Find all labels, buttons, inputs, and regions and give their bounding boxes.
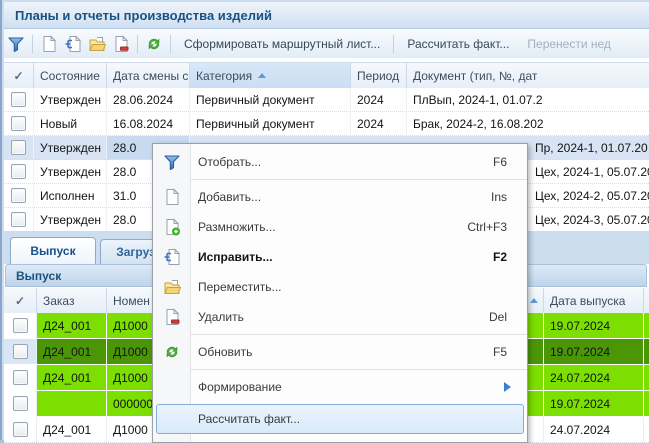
select-all-header[interactable]: ✓ [4, 288, 37, 313]
column-header-period[interactable]: Период [351, 63, 407, 88]
row-checkbox[interactable] [11, 116, 26, 131]
table-row[interactable]: Новый 16.08.2024 Первичный документ 2024… [4, 112, 649, 136]
row-checkbox[interactable] [13, 396, 28, 411]
column-header-release-date[interactable]: Дата выпуска [544, 288, 644, 313]
toolbar-separator [393, 35, 394, 53]
row-checkbox[interactable] [11, 92, 26, 107]
menu-item-add[interactable]: Добавить... Ins [153, 182, 527, 212]
add-button[interactable] [37, 32, 61, 56]
move-folder-icon [162, 277, 182, 297]
table-row[interactable]: Утвержден 28.06.2024 Первичный документ … [4, 88, 649, 112]
menu-separator [153, 179, 527, 180]
toolbar-separator [137, 35, 138, 53]
menu-item-calc-fact[interactable]: Рассчитать факт... [153, 402, 527, 436]
row-checkbox[interactable] [13, 344, 28, 359]
form-route-sheet-button[interactable]: Сформировать маршрутный лист... [175, 37, 389, 51]
column-header-change-date[interactable]: Дата смены сост [107, 63, 190, 88]
toolbar-separator [32, 35, 33, 53]
row-checkbox[interactable] [11, 212, 26, 227]
row-checkbox[interactable] [13, 422, 28, 437]
row-checkbox[interactable] [11, 188, 26, 203]
app-window: Планы и отчеты производства изделий Сфор… [0, 0, 649, 440]
move-button[interactable] [85, 32, 109, 56]
delete-button[interactable] [109, 32, 133, 56]
column-header-order[interactable]: Заказ [37, 288, 107, 313]
panel-title: Выпуск [6, 269, 61, 283]
column-header-state[interactable]: Состояние [34, 63, 107, 88]
move-folder-icon [88, 35, 106, 53]
page-title: Планы и отчеты производства изделий [4, 8, 272, 23]
select-all-header[interactable]: ✓ [4, 63, 34, 88]
column-header-document[interactable]: Документ (тип, №, дат [407, 63, 649, 88]
sort-asc-icon [258, 73, 266, 78]
delete-doc-icon [162, 307, 182, 327]
submenu-arrow-icon [504, 382, 511, 392]
menu-separator [153, 334, 527, 335]
add-doc-icon [40, 35, 58, 53]
menu-item-filter[interactable]: Отобрать... F6 [153, 147, 527, 177]
window-titlebar: Планы и отчеты производства изделий [4, 2, 649, 29]
menu-item-duplicate[interactable]: Размножить... Ctrl+F3 [153, 212, 527, 242]
refresh-icon [162, 342, 182, 362]
edit-doc-icon [162, 247, 182, 267]
column-header-extra [644, 288, 649, 313]
edit-doc-icon [64, 35, 82, 53]
menu-item-refresh[interactable]: Обновить F5 [153, 337, 527, 367]
refresh-button[interactable] [142, 32, 166, 56]
add-doc-icon [162, 187, 182, 207]
row-checkbox[interactable] [11, 164, 26, 179]
refresh-icon [145, 35, 163, 53]
row-checkbox[interactable] [11, 140, 26, 155]
row-checkbox[interactable] [13, 318, 28, 333]
transfer-button: Перенести нед [518, 37, 620, 51]
edit-button[interactable] [61, 32, 85, 56]
column-header-category[interactable]: Категория [190, 63, 351, 88]
menu-separator [153, 369, 527, 370]
tab-vypusk[interactable]: Выпуск [10, 237, 96, 264]
toolbar: Сформировать маршрутный лист... Рассчита… [4, 29, 649, 59]
context-menu: Отобрать... F6 Добавить... Ins Размножит… [152, 143, 528, 443]
delete-doc-icon [112, 35, 130, 53]
row-checkbox[interactable] [13, 370, 28, 385]
menu-item-formation[interactable]: Формирование [153, 372, 527, 402]
sort-asc-icon [530, 298, 538, 303]
duplicate-doc-icon [162, 217, 182, 237]
menu-item-edit[interactable]: Исправить... F2 [153, 242, 527, 272]
filter-icon [162, 152, 182, 172]
menu-item-delete[interactable]: Удалить Del [153, 302, 527, 332]
menu-item-move[interactable]: Переместить... [153, 272, 527, 302]
calc-fact-button[interactable]: Рассчитать факт... [398, 37, 518, 51]
toolbar-separator [170, 35, 171, 53]
filter-button[interactable] [4, 32, 28, 56]
plans-table-header: ✓ Состояние Дата смены сост Категория Пе… [4, 62, 649, 89]
filter-icon [7, 35, 25, 53]
